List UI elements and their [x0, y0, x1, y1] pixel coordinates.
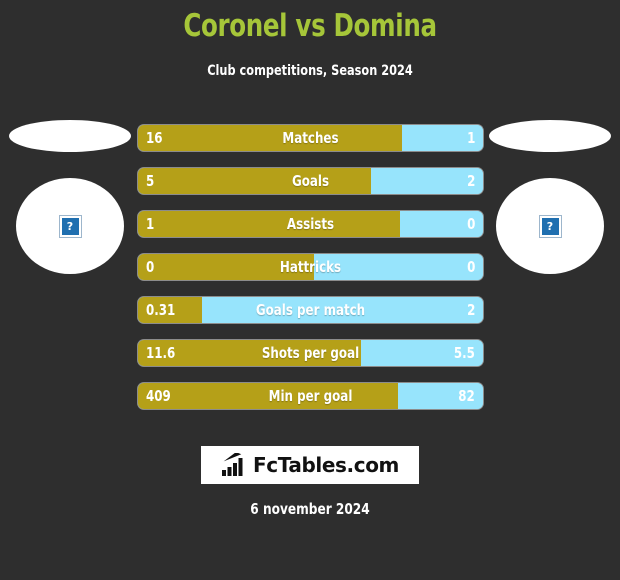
stat-row-hattricks: 0 Hattricks 0 — [138, 254, 483, 280]
away-crest-ellipse-top — [489, 120, 611, 152]
stat-row-goals: 5 Goals 2 — [138, 168, 483, 194]
page-subtitle: Club competitions, Season 2024 — [207, 63, 413, 79]
stat-label: Goals per match — [255, 301, 366, 319]
away-value: 1 — [466, 129, 475, 147]
stat-label: Shots per goal — [261, 344, 360, 362]
logo-text: FcTables.com — [253, 453, 399, 477]
away-value: 5.5 — [453, 344, 475, 362]
away-value: 2 — [466, 301, 475, 319]
footer-date: 6 november 2024 — [250, 500, 370, 518]
away-value: 0 — [466, 215, 475, 233]
page-title: Coronel vs Domina — [183, 8, 437, 44]
stat-row-min-per-goal: 409 Min per goal 82 — [138, 383, 483, 409]
home-crest-ellipse-top — [9, 120, 131, 152]
broken-image-icon: ? — [539, 215, 561, 237]
stat-row-goals-per-match: 0.31 Goals per match 2 — [138, 297, 483, 323]
away-value: 0 — [466, 258, 475, 276]
stat-comparison-page: Coronel vs Domina Club competitions, Sea… — [0, 0, 620, 580]
stat-label: Goals — [291, 172, 330, 190]
away-value: 82 — [458, 387, 475, 405]
home-value: 1 — [146, 215, 155, 233]
away-crest-ellipse: ? — [496, 178, 604, 274]
bar-chart-arrow-icon — [222, 453, 243, 476]
stat-row-shots-per-goal: 11.6 Shots per goal 5.5 — [138, 340, 483, 366]
home-value: 5 — [146, 172, 155, 190]
fctables-logo[interactable]: FcTables.com — [201, 446, 419, 484]
stat-row-matches: 16 Matches 1 — [138, 125, 483, 151]
stat-label: Assists — [286, 215, 335, 233]
stat-label: Matches — [282, 129, 339, 147]
home-team-crest-area: ? — [0, 110, 140, 274]
away-value: 2 — [466, 172, 475, 190]
stat-bar-list: 16 Matches 1 5 Goals 2 1 Assists 0 0 Hat… — [138, 125, 483, 426]
home-value: 0 — [146, 258, 155, 276]
broken-image-icon: ? — [59, 215, 81, 237]
stat-label: Min per goal — [268, 387, 353, 405]
away-team-crest-area: ? — [480, 110, 620, 274]
stat-row-assists: 1 Assists 0 — [138, 211, 483, 237]
home-crest-ellipse: ? — [16, 178, 124, 274]
stat-label: Hattricks — [279, 258, 342, 276]
